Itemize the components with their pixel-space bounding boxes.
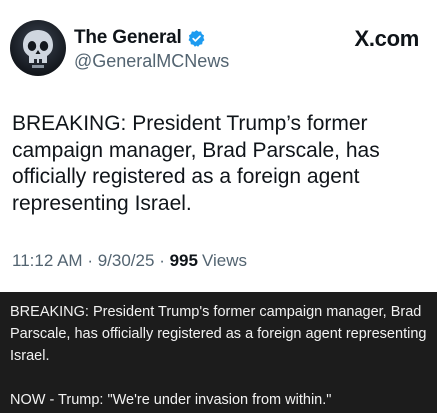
- caption-box: BREAKING: President Trump's former campa…: [0, 292, 437, 413]
- tweet-date[interactable]: 9/30/25: [98, 251, 155, 271]
- screenshot-frame: The General @GeneralMCNews X.com BREAKIN…: [0, 0, 437, 413]
- display-name-row: The General: [74, 26, 229, 50]
- user-handle[interactable]: @GeneralMCNews: [74, 51, 229, 72]
- views-label: Views: [201, 251, 248, 270]
- tweet-time[interactable]: 11:12 AM: [12, 251, 83, 271]
- tweet-card: The General @GeneralMCNews X.com BREAKIN…: [0, 0, 437, 292]
- author-info: The General @GeneralMCNews: [74, 26, 229, 72]
- views-count: 995: [169, 251, 198, 270]
- tweet-header: The General @GeneralMCNews X.com: [10, 20, 427, 82]
- skull-emblem-icon: [23, 30, 53, 68]
- x-logo: X.com: [354, 26, 419, 51]
- verified-badge-icon: [188, 29, 205, 47]
- caption-paragraph: NOW - Trump: "We're under invasion from …: [10, 392, 332, 408]
- tweet-meta: 11:12 AM · 9/30/25 · 995 Views: [12, 251, 247, 271]
- caption-paragraph: BREAKING: President Trump's former campa…: [10, 304, 427, 364]
- display-name[interactable]: The General: [74, 27, 182, 49]
- avatar[interactable]: [10, 20, 66, 76]
- tweet-text: BREAKING: President Trump’s former campa…: [12, 112, 380, 215]
